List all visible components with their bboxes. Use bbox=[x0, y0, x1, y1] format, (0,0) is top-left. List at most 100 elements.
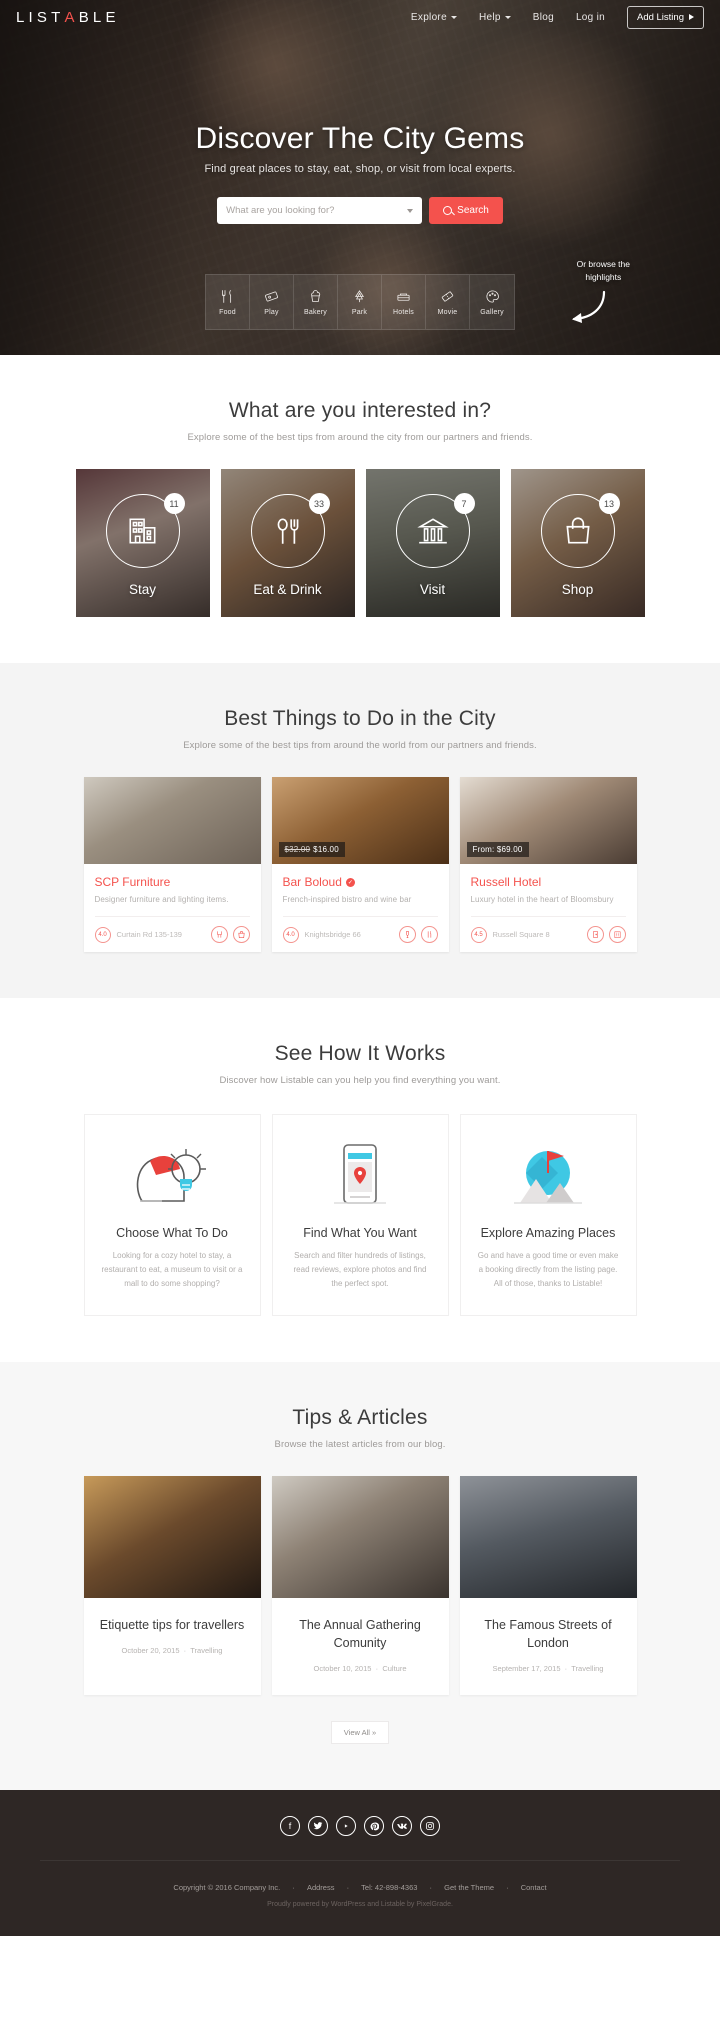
listing-title[interactable]: Russell Hotel bbox=[471, 875, 626, 889]
interest-card-eat-drink[interactable]: 33 Eat & Drink bbox=[220, 469, 355, 617]
ticket-icon bbox=[265, 290, 278, 302]
twitter-icon[interactable] bbox=[308, 1816, 328, 1837]
cutlery-icon[interactable] bbox=[420, 926, 438, 943]
search-button[interactable]: Search bbox=[429, 197, 503, 224]
palette-icon bbox=[486, 289, 499, 303]
door-icon[interactable] bbox=[586, 926, 604, 943]
building-icon bbox=[128, 518, 155, 544]
top-navigation-bar: LIST A BLE Explore Help Blog Log in Add … bbox=[0, 0, 720, 34]
footer-copyright: Copyright © 2016 Company Inc. bbox=[173, 1883, 281, 1893]
article-meta: October 20, 2015 · Travelling bbox=[98, 1646, 247, 1655]
wine-icon[interactable] bbox=[398, 926, 416, 943]
category-food[interactable]: Food bbox=[206, 275, 250, 329]
article-category[interactable]: Travelling bbox=[190, 1646, 222, 1655]
caret-right-icon bbox=[689, 14, 694, 20]
hero-subtitle: Find great places to stay, eat, shop, or… bbox=[204, 163, 516, 175]
article-card[interactable]: Etiquette tips for travellers October 20… bbox=[83, 1476, 261, 1696]
social-links: f bbox=[0, 1816, 720, 1837]
category-bakery[interactable]: Bakery bbox=[294, 275, 338, 329]
pinterest-icon[interactable] bbox=[364, 1816, 384, 1837]
instagram-icon[interactable] bbox=[420, 1816, 440, 1837]
bag-icon[interactable] bbox=[232, 926, 250, 943]
listing-title[interactable]: SCP Furniture bbox=[95, 875, 250, 889]
article-title: The Annual Gathering Comunity bbox=[299, 1618, 421, 1651]
listing-card[interactable]: From: $69.00 Russell Hotel Luxury hotel … bbox=[459, 777, 637, 952]
listing-address: Curtain Rd 135-139 bbox=[116, 930, 182, 939]
footer-links: Copyright © 2016 Company Inc. · Address … bbox=[0, 1883, 720, 1892]
bed-icon bbox=[397, 293, 410, 301]
chevron-down-icon bbox=[407, 208, 414, 213]
phone-map-pin-icon bbox=[334, 1144, 386, 1204]
interest-card-shop[interactable]: 13 Shop bbox=[510, 469, 645, 617]
nav-label-login: Log in bbox=[575, 11, 605, 23]
chair-icon[interactable] bbox=[210, 926, 228, 943]
view-all-button[interactable]: View All » bbox=[331, 1721, 389, 1745]
browse-hint-line2: highlights bbox=[585, 271, 622, 282]
category-hotels[interactable]: Hotels bbox=[382, 275, 426, 329]
film-ticket-icon bbox=[441, 290, 454, 302]
interest-count-badge: 7 bbox=[453, 493, 475, 515]
nav-item-login[interactable]: Log in bbox=[576, 12, 605, 23]
interest-card-visit[interactable]: 7 Visit bbox=[365, 469, 500, 617]
listing-category-icons bbox=[586, 926, 626, 943]
how-step-text: Looking for a cozy hotel to stay, a rest… bbox=[101, 1251, 243, 1288]
article-meta-separator: · bbox=[562, 1664, 570, 1674]
footer-link-contact[interactable]: Contact bbox=[521, 1883, 547, 1892]
browse-highlights-hint: Or browse the highlights bbox=[577, 258, 630, 284]
facebook-icon[interactable]: f bbox=[280, 1816, 300, 1837]
fork-knife-icon bbox=[222, 289, 232, 303]
hero-section: LIST A BLE Explore Help Blog Log in Add … bbox=[0, 0, 720, 355]
site-logo[interactable]: LIST A BLE bbox=[16, 9, 120, 26]
nav-label-help: Help bbox=[478, 11, 501, 23]
listing-address: Knightsbridge 66 bbox=[304, 930, 361, 939]
search-input[interactable]: What are you looking for? bbox=[217, 197, 423, 224]
handbag-icon bbox=[565, 517, 590, 544]
category-gallery[interactable]: Gallery bbox=[470, 275, 514, 329]
youtube-icon[interactable] bbox=[336, 1816, 356, 1837]
chevron-down-icon bbox=[504, 15, 511, 19]
interest-label: Visit bbox=[419, 582, 446, 597]
view-all-label: View All bbox=[343, 1728, 370, 1738]
footer-link-tel[interactable]: Tel: 42-898-4363 bbox=[361, 1883, 417, 1892]
article-body: The Annual Gathering Comunity October 10… bbox=[272, 1598, 449, 1695]
logo-text-part2: BLE bbox=[78, 8, 120, 26]
vk-icon[interactable] bbox=[392, 1816, 412, 1837]
add-listing-button[interactable]: Add Listing bbox=[626, 5, 704, 29]
footer-sep: · bbox=[292, 1883, 295, 1893]
hotel-icon[interactable] bbox=[608, 926, 626, 943]
listing-card[interactable]: $32.00 $16.00 Bar Boloud ✓ French-inspire… bbox=[271, 777, 449, 952]
listing-description: French-inspired bistro and wine bar bbox=[282, 895, 412, 904]
interest-card-stay[interactable]: 11 Stay bbox=[75, 469, 210, 617]
article-image bbox=[459, 1476, 637, 1598]
price-badge: From: $69.00 bbox=[466, 842, 529, 857]
nav-item-explore[interactable]: Explore bbox=[411, 12, 457, 23]
category-play[interactable]: Play bbox=[250, 275, 294, 329]
nav-item-help[interactable]: Help bbox=[479, 12, 511, 23]
articles-section: Tips & Articles Browse the latest articl… bbox=[0, 1362, 720, 1791]
footer-link-address[interactable]: Address bbox=[307, 1883, 335, 1892]
article-category[interactable]: Culture bbox=[382, 1664, 406, 1673]
rating-badge: 4.0 bbox=[282, 926, 299, 943]
article-category[interactable]: Travelling bbox=[571, 1664, 603, 1673]
listing-body: Russell Hotel Luxury hotel in the heart … bbox=[460, 864, 637, 952]
how-illustration bbox=[476, 1137, 621, 1213]
section-title: Tips & Articles bbox=[292, 1406, 428, 1429]
category-movie[interactable]: Movie bbox=[426, 275, 470, 329]
listing-body: SCP Furniture Designer furniture and lig… bbox=[84, 864, 261, 952]
category-park[interactable]: Park bbox=[338, 275, 382, 329]
landing-page: LIST A BLE Explore Help Blog Log in Add … bbox=[0, 0, 720, 1937]
footer-sep: · bbox=[429, 1883, 433, 1893]
how-step-text: Search and filter hundreds of listings, … bbox=[293, 1251, 427, 1288]
article-image bbox=[83, 1476, 261, 1598]
listing-title[interactable]: Bar Boloud ✓ bbox=[283, 875, 438, 889]
footer-link-get-theme[interactable]: Get the Theme bbox=[444, 1883, 494, 1892]
nav-item-blog[interactable]: Blog bbox=[533, 12, 554, 23]
article-title: The Famous Streets of London bbox=[484, 1618, 612, 1651]
head-lightbulb-icon bbox=[136, 1149, 206, 1202]
interest-count-badge: 33 bbox=[308, 493, 330, 515]
article-card[interactable]: The Annual Gathering Comunity October 10… bbox=[271, 1476, 449, 1696]
interests-grid: 11 Stay 33 Eat & Drink 7 Visit 13 Shop bbox=[0, 469, 720, 617]
article-card[interactable]: The Famous Streets of London September 1… bbox=[459, 1476, 637, 1696]
article-title: Etiquette tips for travellers bbox=[99, 1618, 245, 1632]
listing-card[interactable]: SCP Furniture Designer furniture and lig… bbox=[83, 777, 261, 952]
